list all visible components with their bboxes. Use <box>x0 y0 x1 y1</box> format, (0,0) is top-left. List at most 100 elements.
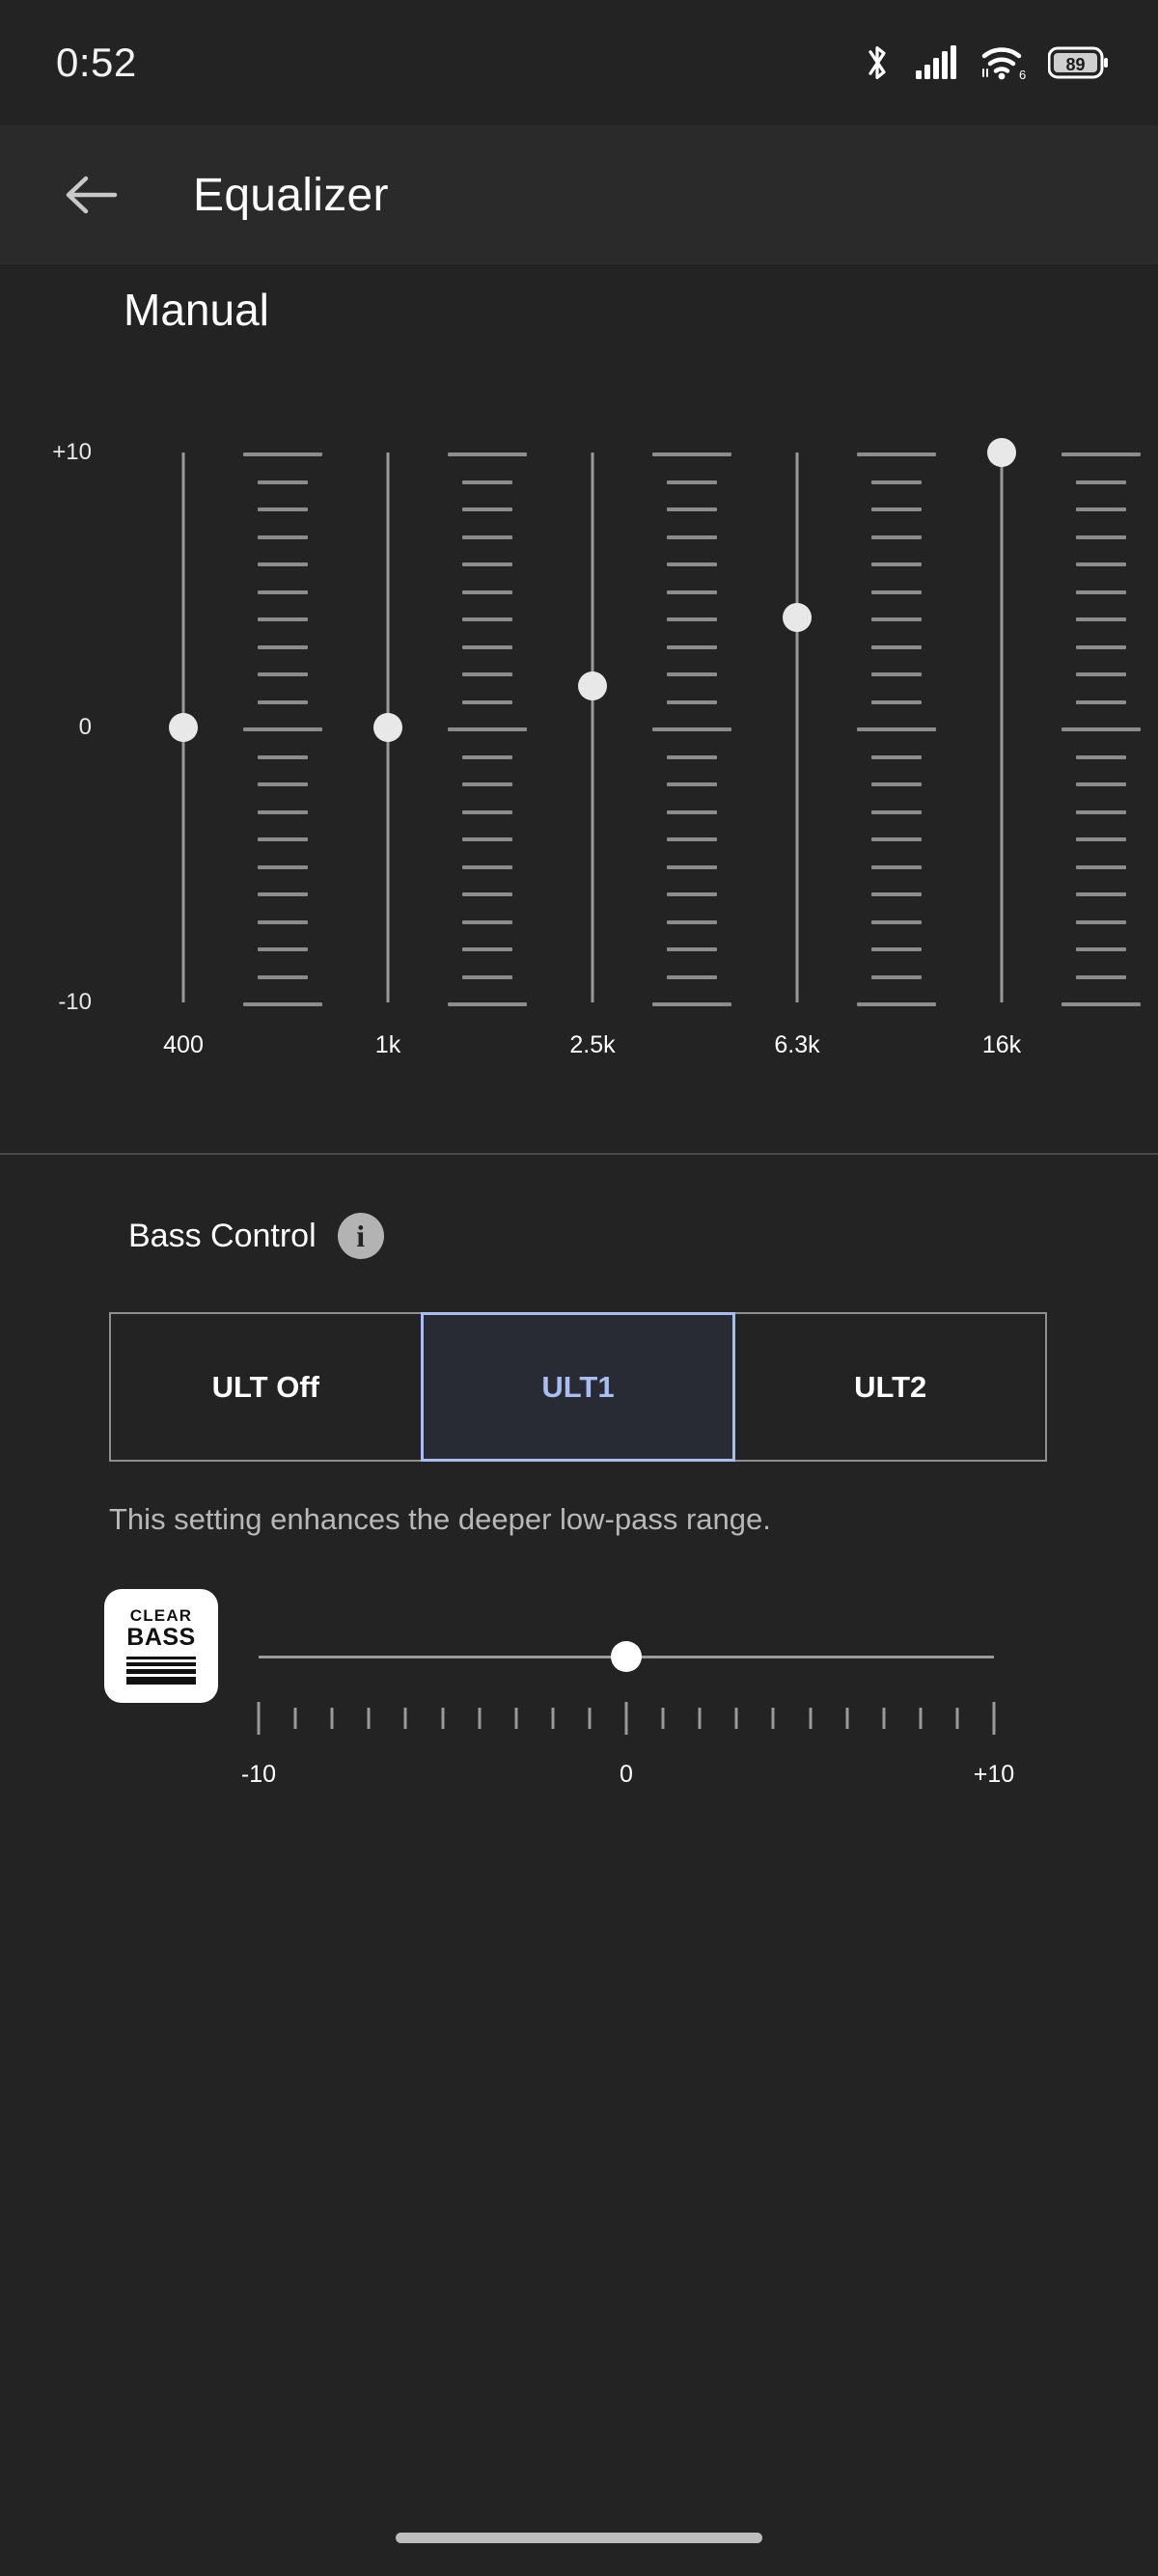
gesture-handle[interactable] <box>396 2533 762 2543</box>
clear-bass-slider[interactable] <box>259 1637 994 1676</box>
eq-tick <box>667 535 717 539</box>
eq-tick <box>258 672 308 676</box>
clear-bass-tick <box>992 1702 996 1735</box>
info-icon[interactable]: i <box>337 1213 384 1259</box>
eq-tick <box>462 892 512 896</box>
eq-tick <box>243 727 322 731</box>
navigation-bar <box>0 2489 1158 2576</box>
eq-tick <box>1076 755 1126 759</box>
eq-tick <box>462 755 512 759</box>
eq-tick <box>243 452 322 456</box>
status-icons: 6 89 <box>861 42 1108 83</box>
eq-tick <box>667 755 717 759</box>
eq-band-slider-track <box>591 452 594 1002</box>
eq-tick <box>667 975 717 979</box>
eq-tick-ladder <box>243 452 322 1006</box>
eq-tick <box>667 617 717 621</box>
phone-screen: 0:52 6 89 Equalizer Manual +10 0 -10 400… <box>0 0 1158 2576</box>
eq-tick <box>258 645 308 649</box>
battery-percent-label: 89 <box>1065 55 1085 74</box>
eq-tick <box>1062 1002 1141 1006</box>
eq-band-slider-thumb[interactable] <box>987 438 1016 467</box>
equalizer-board[interactable]: +10 0 -10 <box>0 438 1158 1051</box>
clear-bass-logo: CLEAR BASS <box>104 1589 218 1703</box>
eq-tick <box>667 672 717 676</box>
back-button[interactable] <box>56 160 125 230</box>
eq-tick <box>871 590 922 594</box>
eq-tick <box>871 755 922 759</box>
eq-tick <box>462 507 512 511</box>
clear-bass-tick <box>882 1708 886 1729</box>
bass-control-description: This setting enhances the deeper low-pas… <box>109 1502 771 1536</box>
clear-bass-tick <box>367 1708 371 1729</box>
equalizer-section: Manual +10 0 -10 400 1k 2.5k 6.3k 16k <box>0 264 1158 1152</box>
eq-tick <box>652 452 731 456</box>
eq-tick-ladder <box>857 452 936 1006</box>
eq-band-slider[interactable] <box>564 452 621 1002</box>
clear-bass-tick <box>478 1708 482 1729</box>
eq-scale-label-bottom: -10 <box>58 989 92 1015</box>
wifi-generation-label: 6 <box>1019 68 1026 81</box>
eq-tick <box>871 617 922 621</box>
eq-tick <box>871 837 922 841</box>
eq-tick <box>871 865 922 869</box>
ult-option-ult2[interactable]: ULT2 <box>733 1312 1048 1462</box>
eq-tick <box>462 535 512 539</box>
eq-band-slider[interactable] <box>359 452 417 1002</box>
eq-tick <box>462 645 512 649</box>
bluetooth-icon <box>868 45 886 80</box>
eq-tick <box>871 700 922 704</box>
eq-tick <box>857 727 936 731</box>
eq-tick <box>1076 865 1126 869</box>
eq-band-slider[interactable] <box>154 452 212 1002</box>
eq-tick <box>258 975 308 979</box>
eq-tick <box>667 810 717 814</box>
eq-band-slider-thumb[interactable] <box>783 603 812 632</box>
ult-option-ult1[interactable]: ULT1 <box>420 1312 736 1462</box>
eq-tick <box>258 920 308 924</box>
eq-tick <box>1076 507 1126 511</box>
status-bar: 0:52 6 89 <box>0 0 1158 125</box>
eq-tick <box>462 480 512 484</box>
eq-tick <box>462 947 512 951</box>
eq-tick <box>1076 562 1126 566</box>
eq-tick <box>667 837 717 841</box>
clear-bass-tick <box>403 1708 407 1729</box>
eq-band-slider-track <box>795 452 799 1002</box>
eq-tick <box>462 700 512 704</box>
eq-tick <box>258 947 308 951</box>
eq-tick <box>462 975 512 979</box>
clear-bass-tick <box>441 1708 445 1729</box>
clear-bass-tick <box>919 1708 923 1729</box>
eq-frequency-label: 1k <box>374 1031 401 1058</box>
eq-tick <box>1076 892 1126 896</box>
eq-band-slider[interactable] <box>973 438 1031 1002</box>
clear-bass-slider-thumb[interactable] <box>611 1641 642 1672</box>
eq-tick <box>462 837 512 841</box>
eq-tick <box>667 700 717 704</box>
eq-frequency-label: 6.3k <box>774 1031 820 1058</box>
eq-band-slider-thumb[interactable] <box>373 713 402 742</box>
eq-frequency-label: 16k <box>981 1031 1022 1058</box>
preset-name-label: Manual <box>124 285 269 335</box>
eq-tick <box>1076 480 1126 484</box>
eq-band-slider-thumb[interactable] <box>169 713 198 742</box>
status-clock: 0:52 <box>56 40 137 85</box>
eq-tick <box>258 865 308 869</box>
eq-band-slider[interactable] <box>768 452 826 1002</box>
eq-tick <box>1076 645 1126 649</box>
eq-tick <box>871 645 922 649</box>
clear-bass-tick <box>588 1708 592 1729</box>
eq-tick <box>871 920 922 924</box>
eq-tick <box>1076 810 1126 814</box>
eq-tick <box>258 507 308 511</box>
ult-option-off[interactable]: ULT Off <box>109 1312 423 1462</box>
eq-tick <box>258 617 308 621</box>
eq-tick <box>857 1002 936 1006</box>
eq-tick <box>462 590 512 594</box>
ult-segmented-control[interactable]: ULT Off ULT1 ULT2 <box>109 1312 1048 1462</box>
eq-tick <box>1076 782 1126 786</box>
clear-bass-tick <box>551 1708 555 1729</box>
eq-band-slider-thumb[interactable] <box>578 671 607 700</box>
clear-bass-scale-min: -10 <box>240 1761 277 1788</box>
